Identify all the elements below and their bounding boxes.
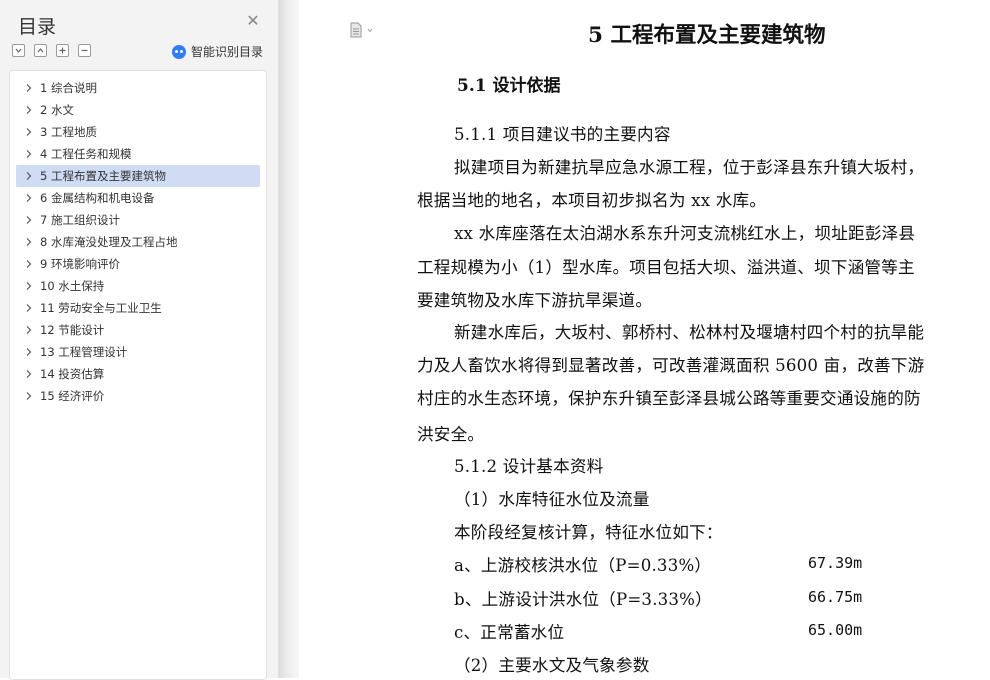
- item-heading: （2）主要水文及气象参数: [454, 656, 650, 675]
- toc-item[interactable]: 15 经济评价: [16, 385, 260, 407]
- expand-all-icon[interactable]: [12, 44, 25, 57]
- chevron-right-icon[interactable]: [24, 215, 34, 225]
- toc-sidebar: 目录 ✕ 智能识别目录 1 综合说明 2 水文 3 工程地质 4 工程任务和规模 5 工…: [0, 0, 279, 680]
- chevron-right-icon[interactable]: [24, 281, 34, 291]
- water-level-label: b、上游设计洪水位（P=3.33%）: [454, 590, 712, 609]
- toc-item-label: 1 综合说明: [40, 81, 97, 95]
- toc-item-label: 8 水库淹没处理及工程占地: [40, 235, 178, 249]
- close-icon[interactable]: ✕: [244, 12, 262, 30]
- toc-item[interactable]: 4 工程任务和规模: [16, 143, 260, 165]
- chevron-right-icon[interactable]: [24, 127, 34, 137]
- toc-item-label: 9 环境影响评价: [40, 257, 120, 271]
- toc-item-label: 13 工程管理设计: [40, 345, 128, 359]
- item-heading: （1）水库特征水位及流量: [454, 490, 650, 509]
- toc-item[interactable]: 10 水土保持: [16, 275, 260, 297]
- paragraph-line: 工程规模为小（1）型水库。项目包括大坝、溢洪道、坝下涵管等主: [417, 258, 915, 277]
- toc-item[interactable]: 13 工程管理设计: [16, 341, 260, 363]
- remove-heading-icon[interactable]: [78, 44, 91, 57]
- toc-item-label: 12 节能设计: [40, 323, 105, 337]
- toc-toolbar: [12, 44, 91, 60]
- toc-item[interactable]: 11 劳动安全与工业卫生: [16, 297, 260, 319]
- smart-assistant-icon: [172, 44, 186, 59]
- chevron-right-icon[interactable]: [24, 149, 34, 159]
- toc-panel: 1 综合说明 2 水文 3 工程地质 4 工程任务和规模 5 工程布置及主要建筑物 6 金…: [9, 70, 267, 680]
- chevron-right-icon[interactable]: [24, 83, 34, 93]
- document-page: 5 工程布置及主要建筑物 5.1 设计依据 5.1.1 项目建议书的主要内容 拟…: [299, 0, 990, 678]
- chapter-title: 5 工程布置及主要建筑物: [588, 23, 826, 48]
- toc-item-label: 14 投资估算: [40, 367, 105, 381]
- paragraph-line: 本阶段经复核计算，特征水位如下：: [454, 523, 723, 542]
- chevron-right-icon[interactable]: [24, 303, 34, 313]
- toc-item[interactable]: 2 水文: [16, 99, 260, 121]
- subsection-heading: 5.1.2 设计基本资料: [454, 457, 604, 476]
- chevron-right-icon[interactable]: [24, 325, 34, 335]
- sidebar-title: 目录: [18, 16, 57, 38]
- toc-item-label: 11 劳动安全与工业卫生: [40, 301, 162, 315]
- toc-item[interactable]: 12 节能设计: [16, 319, 260, 341]
- toc-item[interactable]: 6 金属结构和机电设备: [16, 187, 260, 209]
- chevron-right-icon[interactable]: [24, 237, 34, 247]
- paragraph-line: 洪安全。: [417, 425, 485, 444]
- chevron-right-icon[interactable]: [24, 369, 34, 379]
- subsection-heading: 5.1.1 项目建议书的主要内容: [454, 125, 671, 144]
- water-level-value: 66.75m: [808, 588, 863, 606]
- paragraph-line: xx 水库座落在太泊湖水系东升河支流桃红水上，坝址距彭泽县: [454, 224, 916, 243]
- toc-list: 1 综合说明 2 水文 3 工程地质 4 工程任务和规模 5 工程布置及主要建筑物 6 金…: [16, 77, 260, 407]
- toc-item[interactable]: 3 工程地质: [16, 121, 260, 143]
- water-level-value: 67.39m: [808, 554, 863, 572]
- paragraph-line: 力及人畜饮水将得到显著改善，可改善灌溉面积 5600 亩，改善下游: [417, 356, 925, 375]
- toc-item-label: 4 工程任务和规模: [40, 147, 132, 161]
- water-level-label: c、正常蓄水位: [454, 623, 565, 642]
- paragraph-line: 村庄的水生态环境，保护东升镇至彭泽县城公路等重要交通设施的防: [417, 389, 921, 408]
- chevron-right-icon[interactable]: [24, 347, 34, 357]
- section-title: 5.1 设计依据: [457, 76, 561, 96]
- paragraph-line: 拟建项目为新建抗旱应急水源工程，位于彭泽县东升镇大坂村，: [454, 158, 925, 177]
- water-level-value: 65.00m: [808, 621, 863, 639]
- chevron-right-icon[interactable]: [24, 171, 34, 181]
- toc-item-label: 6 金属结构和机电设备: [40, 191, 155, 205]
- paragraph-line: 要建筑物及水库下游抗旱渠道。: [417, 291, 653, 310]
- toc-item[interactable]: 14 投资估算: [16, 363, 260, 385]
- page-gutter: [279, 0, 299, 678]
- add-heading-icon[interactable]: [56, 44, 69, 57]
- toc-item-label: 10 水土保持: [40, 279, 105, 293]
- chevron-right-icon[interactable]: [24, 259, 34, 269]
- water-level-label: a、上游校核洪水位（P=0.33%）: [454, 556, 712, 575]
- toc-item-label: 5 工程布置及主要建筑物: [40, 169, 166, 183]
- toc-item[interactable]: 9 环境影响评价: [16, 253, 260, 275]
- toc-item-label: 7 施工组织设计: [40, 213, 120, 227]
- toc-item-label: 3 工程地质: [40, 125, 97, 139]
- toc-item[interactable]: 8 水库淹没处理及工程占地: [16, 231, 260, 253]
- chevron-right-icon[interactable]: [24, 391, 34, 401]
- smart-toc-label: 智能识别目录: [191, 45, 264, 59]
- toc-item-label: 15 经济评价: [40, 389, 105, 403]
- toc-item[interactable]: 5 工程布置及主要建筑物: [16, 165, 260, 187]
- collapse-all-icon[interactable]: [34, 44, 47, 57]
- toc-item[interactable]: 1 综合说明: [16, 77, 260, 99]
- toc-item-label: 2 水文: [40, 103, 74, 117]
- chevron-right-icon[interactable]: [24, 193, 34, 203]
- paragraph-line: 根据当地的地名，本项目初步拟名为 xx 水库。: [417, 191, 767, 210]
- smart-toc-button[interactable]: 智能识别目录: [172, 43, 263, 60]
- chevron-right-icon[interactable]: [24, 105, 34, 115]
- toc-item[interactable]: 7 施工组织设计: [16, 209, 260, 231]
- paragraph-line: 新建水库后，大坂村、郭桥村、松林村及堰塘村四个村的抗旱能: [454, 323, 925, 342]
- document-view-icon[interactable]: [349, 22, 375, 38]
